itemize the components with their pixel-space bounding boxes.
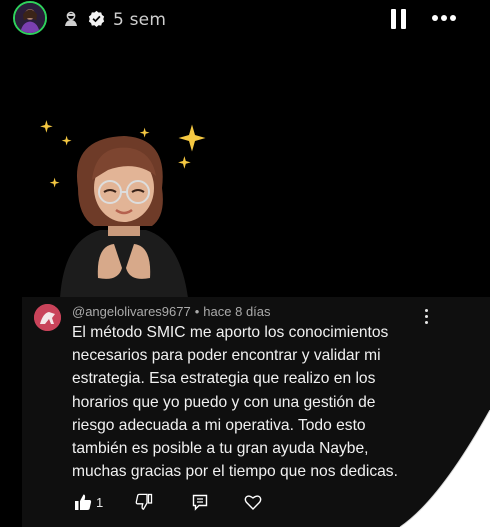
comment-line: estrategia. Esa estrategia que realizo e…: [72, 370, 376, 388]
page-curl-decoration: [399, 410, 490, 527]
story-viewer: 5 sem @angelolivares9677 • hace 8 días E…: [0, 0, 490, 527]
comment-line: también es posible a tu gran ayuda Naybe…: [72, 440, 369, 458]
post-time: 5 sem: [113, 10, 167, 30]
more-icon-dot: [450, 15, 456, 21]
collab-icon: [65, 11, 77, 26]
comment-line: horarios que yo puedo y con una gestión …: [72, 393, 376, 411]
pause-icon-bar: [401, 9, 406, 29]
comment-time: hace 8 días: [203, 304, 271, 319]
memoji-sticker: [40, 120, 206, 298]
verified-icon: [88, 10, 105, 27]
heart-icon[interactable]: [244, 493, 262, 511]
meta-separator: •: [194, 304, 200, 319]
like-count: 1: [96, 495, 104, 510]
avatar-image: [15, 3, 45, 33]
profile-avatar[interactable]: [13, 1, 47, 35]
pause-button[interactable]: [388, 8, 410, 30]
more-options-button[interactable]: [429, 12, 459, 26]
story-header: 5 sem: [0, 0, 490, 44]
comment-line: El método SMIC me aporto los conocimient…: [72, 324, 389, 341]
reply-icon[interactable]: [191, 493, 209, 511]
more-icon-dot: [441, 15, 447, 21]
comment-line: necesarios para poder encontrar y valida…: [72, 347, 381, 365]
comment-text: El método SMIC me aporto los conocimient…: [72, 321, 432, 483]
thumb-down-icon[interactable]: [135, 493, 153, 511]
more-icon: [432, 15, 438, 21]
avatar-image: [34, 304, 61, 331]
comment-author[interactable]: @angelolivares9677: [72, 304, 191, 319]
commenter-avatar[interactable]: [34, 304, 61, 331]
kebab-icon-dot: [425, 315, 428, 318]
comment-meta: @angelolivares9677 • hace 8 días: [72, 304, 271, 319]
thumb-up-icon[interactable]: [74, 493, 92, 511]
comment-line: riesgo adecuada a mi operativa. Todo est…: [72, 416, 366, 434]
kebab-icon: [425, 309, 428, 312]
pause-icon: [391, 9, 396, 29]
comment-line: muchas gracias por el tiempo que nos ded…: [72, 463, 398, 481]
